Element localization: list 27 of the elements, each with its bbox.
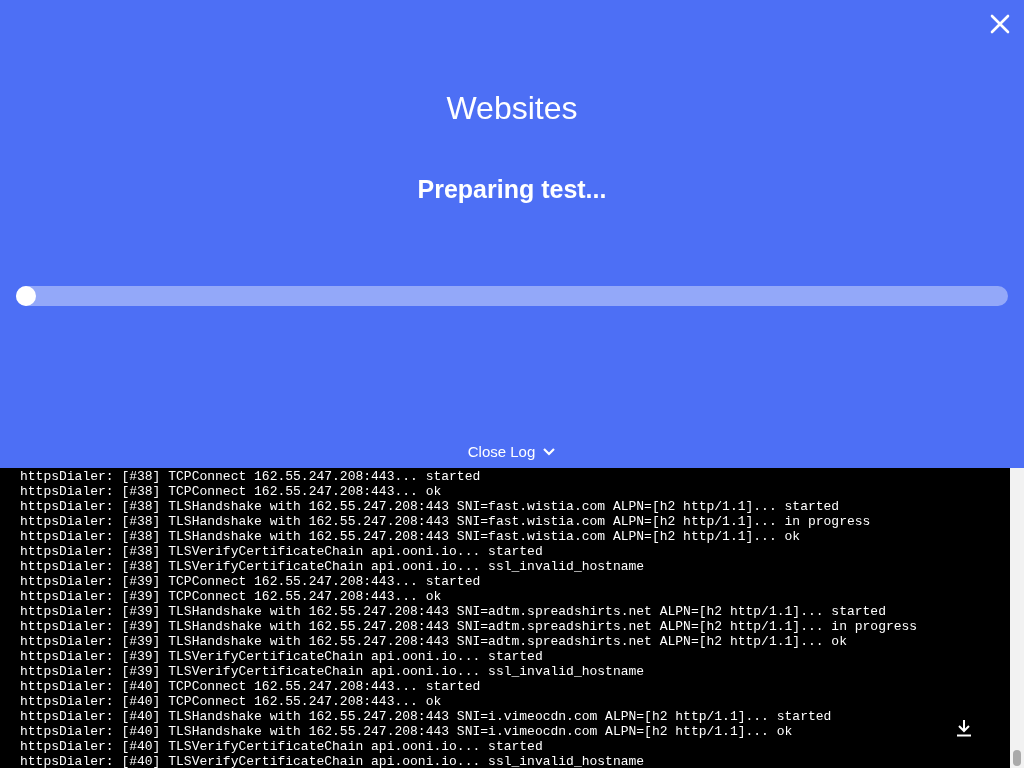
close-button[interactable] [990,14,1010,34]
log-line: httpsDialer: [#40] TLSHandshake with 162.55.247.208:443 SNI=i.vimeocdn.com ALPN=[h2 http/1.1]... ok [20,724,793,739]
log-line: httpsDialer: [#39] TLSHandshake with 162.55.247.208:443 SNI=adtm.spreadshirts.net ALPN=[h2 http/1.1]... in progress [20,619,918,634]
close-log-button[interactable]: Close Log [463,441,561,462]
log-line: httpsDialer: [#40] TLSHandshake with 162.55.247.208:443 SNI=i.vimeocdn.com ALPN=[h2 http/1.1]... started [20,709,832,724]
log-line: httpsDialer: [#39] TLSHandshake with 162.55.247.208:443 SNI=adtm.spreadshirts.net ALPN=[h2 http/1.1]... started [20,604,886,619]
log-line: httpsDialer: [#38] TLSHandshake with 162.55.247.208:443 SNI=fast.wistia.com ALPN=[h2 http/1.1]... in progress [20,514,871,529]
log-line: httpsDialer: [#38] TLSHandshake with 162.55.247.208:443 SNI=fast.wistia.com ALPN=[h2 http/1.1]... started [20,499,840,514]
log-line: httpsDialer: [#40] TLSVerifyCertificateChain api.ooni.io... ssl_invalid_hostname [20,754,645,768]
log-line: httpsDialer: [#39] TLSVerifyCertificateChain api.ooni.io... started [20,649,543,664]
chevron-down-icon [542,446,557,457]
download-icon[interactable] [956,719,972,737]
log-line: httpsDialer: [#39] TCPConnect 162.55.247.208:443... started [20,574,481,589]
test-title: Websites [446,90,578,127]
scrollbar[interactable] [1010,468,1024,768]
log-line: httpsDialer: [#38] TLSVerifyCertificateChain api.ooni.io... ssl_invalid_hostname [20,559,645,574]
log-line: httpsDialer: [#38] TCPConnect 162.55.247.208:443... ok [20,484,442,499]
log-line: httpsDialer: [#40] TLSVerifyCertificateChain api.ooni.io... started [20,739,543,754]
log-line: httpsDialer: [#38] TLSHandshake with 162.55.247.208:443 SNI=fast.wistia.com ALPN=[h2 http/1.1]... ok [20,529,801,544]
log-line: httpsDialer: [#38] TLSVerifyCertificateChain api.ooni.io... started [20,544,543,559]
log-line: httpsDialer: [#38] TCPConnect 162.55.247.208:443... started [20,469,481,484]
log-line: httpsDialer: [#40] TCPConnect 162.55.247.208:443... ok [20,694,442,709]
log-line: httpsDialer: [#39] TLSVerifyCertificateChain api.ooni.io... ssl_invalid_hostname [20,664,645,679]
status-text: Preparing test... [417,175,607,204]
log-line: httpsDialer: [#40] TCPConnect 162.55.247.208:443... started [20,679,481,694]
log-line: httpsDialer: [#39] TLSHandshake with 162.55.247.208:443 SNI=adtm.spreadshirts.net ALPN=[h2 http/1.1]... ok [20,634,847,649]
log-line: httpsDialer: [#39] TCPConnect 162.55.247.208:443... ok [20,589,442,604]
